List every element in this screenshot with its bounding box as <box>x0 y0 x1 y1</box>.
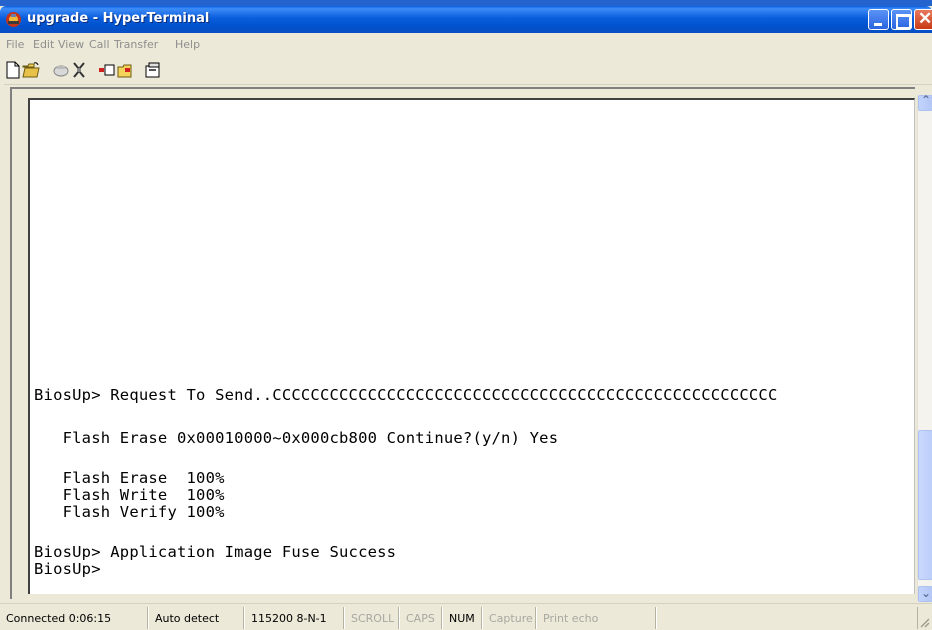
status-print-echo: Print echo <box>536 607 656 629</box>
close-icon: ✕ <box>918 9 932 28</box>
disconnect-icon[interactable] <box>70 61 88 79</box>
window-left-border <box>0 33 4 603</box>
terminal-line: BiosUp> Request To Send..CCCCCCCCCCCCCCC… <box>34 386 778 404</box>
status-empty-pane <box>656 607 918 629</box>
chevron-down-icon: ⌄ <box>921 586 932 600</box>
window-title: upgrade - HyperTerminal <box>27 11 210 26</box>
terminal-line: Flash Verify 100% <box>34 503 225 521</box>
scroll-down-button[interactable]: ⌄ <box>918 586 932 602</box>
menu-file[interactable]: File <box>6 38 24 51</box>
chevron-up-icon: ⌃ <box>921 93 932 107</box>
menu-view[interactable]: View <box>58 38 84 51</box>
status-scroll: SCROLL <box>344 607 399 629</box>
status-detect: Auto detect <box>148 607 244 629</box>
scroll-thumb[interactable] <box>918 430 932 580</box>
status-connection: Connected 0:06:15 <box>0 607 148 629</box>
terminal-line: BiosUp> Application Image Fuse Success <box>34 543 397 561</box>
terminal-screen[interactable]: BiosUp> Request To Send..CCCCCCCCCCCCCCC… <box>28 98 915 594</box>
hyperterminal-window: upgrade - HyperTerminal ✕ File Edit View… <box>0 0 932 630</box>
vertical-scrollbar[interactable]: ⌃ ⌄ <box>917 93 932 602</box>
hyperterminal-app-icon[interactable] <box>5 11 22 28</box>
send-icon[interactable] <box>98 61 116 79</box>
resize-grip-icon[interactable] <box>918 616 930 628</box>
menu-transfer[interactable]: Transfer <box>114 38 158 51</box>
title-bar[interactable]: upgrade - HyperTerminal ✕ <box>0 6 932 33</box>
terminal-line: Flash Erase 0x00010000~0x000cb800 Contin… <box>34 429 559 447</box>
call-icon[interactable] <box>52 61 70 79</box>
menu-call[interactable]: Call <box>89 38 110 51</box>
receive-icon[interactable] <box>116 61 134 79</box>
terminal-line: Flash Write 100% <box>34 486 225 504</box>
close-button[interactable]: ✕ <box>914 9 932 30</box>
status-capture: Capture <box>482 607 536 629</box>
maximize-button[interactable] <box>891 9 912 30</box>
status-num: NUM <box>442 607 482 629</box>
menu-edit[interactable]: Edit <box>33 38 54 51</box>
terminal-line: BiosUp> <box>34 560 101 578</box>
properties-icon[interactable] <box>144 61 162 79</box>
open-icon[interactable] <box>22 61 40 79</box>
menu-help[interactable]: Help <box>175 38 200 51</box>
status-caps: CAPS <box>399 607 442 629</box>
status-bar: Connected 0:06:15 Auto detect 115200 8-N… <box>0 603 932 630</box>
terminal-line: Flash Erase 100% <box>34 469 225 487</box>
new-icon[interactable] <box>4 61 22 79</box>
toolbar <box>0 55 932 85</box>
minimize-button[interactable] <box>868 9 889 30</box>
status-port-settings: 115200 8-N-1 <box>244 607 344 629</box>
menu-bar: File Edit View Call Transfer Help <box>0 33 932 55</box>
scroll-up-button[interactable]: ⌃ <box>918 93 932 111</box>
